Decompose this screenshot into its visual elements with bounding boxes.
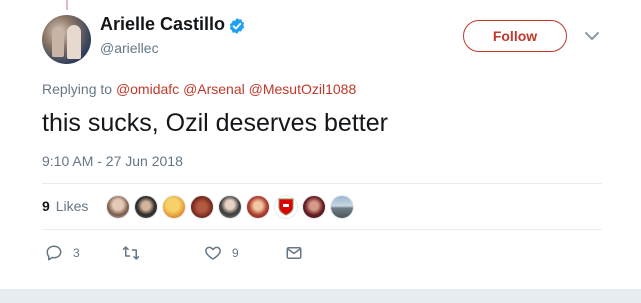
avatar-figure: [52, 27, 64, 57]
reply-icon: [46, 245, 62, 261]
arsenal-crest-avatar[interactable]: [274, 195, 298, 219]
author-handle[interactable]: @ariellec: [100, 40, 159, 56]
direct-message-button[interactable]: [285, 244, 303, 262]
retweet-button[interactable]: [121, 244, 151, 262]
replying-to-label: Replying to: [42, 81, 113, 97]
envelope-icon: [286, 247, 302, 259]
mention-link[interactable]: @omidafc: [116, 81, 179, 97]
timeline-gap: [0, 289, 641, 303]
mention-link[interactable]: @Arsenal: [183, 81, 245, 97]
liker-avatar[interactable]: [330, 195, 354, 219]
avatar[interactable]: [42, 15, 91, 64]
like-button[interactable]: 9: [204, 244, 239, 262]
replying-to-line: Replying to @omidafc @Arsenal @MesutOzil…: [42, 81, 356, 97]
follow-button[interactable]: Follow: [463, 20, 567, 52]
liker-avatar[interactable]: [302, 195, 326, 219]
shield-icon: [278, 198, 294, 216]
verified-badge-icon: [229, 18, 245, 34]
tweet-text: this sucks, Ozil deserves better: [42, 109, 388, 137]
liker-avatar[interactable]: [134, 195, 158, 219]
retweet-icon: [122, 246, 140, 260]
liker-avatar[interactable]: [246, 195, 270, 219]
divider: [42, 183, 602, 184]
liker-avatar[interactable]: [218, 195, 242, 219]
likes-stat[interactable]: 9 Likes: [42, 198, 88, 214]
likes-label: Likes: [55, 198, 89, 214]
reply-count: 3: [73, 246, 80, 260]
avatar-figure: [67, 25, 81, 59]
liker-avatar[interactable]: [106, 195, 130, 219]
thread-connector-line: [66, 0, 68, 10]
tweet-timestamp[interactable]: 9:10 AM - 27 Jun 2018: [42, 153, 183, 169]
likers-avatar-list: [106, 195, 358, 219]
mention-link[interactable]: @MesutOzil1088: [249, 81, 357, 97]
liker-avatar[interactable]: [190, 195, 214, 219]
like-count: 9: [232, 246, 239, 260]
divider: [42, 229, 602, 230]
author-display-name[interactable]: Arielle Castillo: [100, 14, 225, 35]
reply-button[interactable]: 3: [45, 244, 80, 262]
heart-icon: [205, 246, 221, 260]
tweet-card: Arielle Castillo @ariellec Follow Replyi…: [0, 0, 641, 303]
chevron-down-icon[interactable]: [584, 30, 600, 42]
liker-avatar[interactable]: [162, 195, 186, 219]
likes-count: 9: [42, 198, 50, 214]
